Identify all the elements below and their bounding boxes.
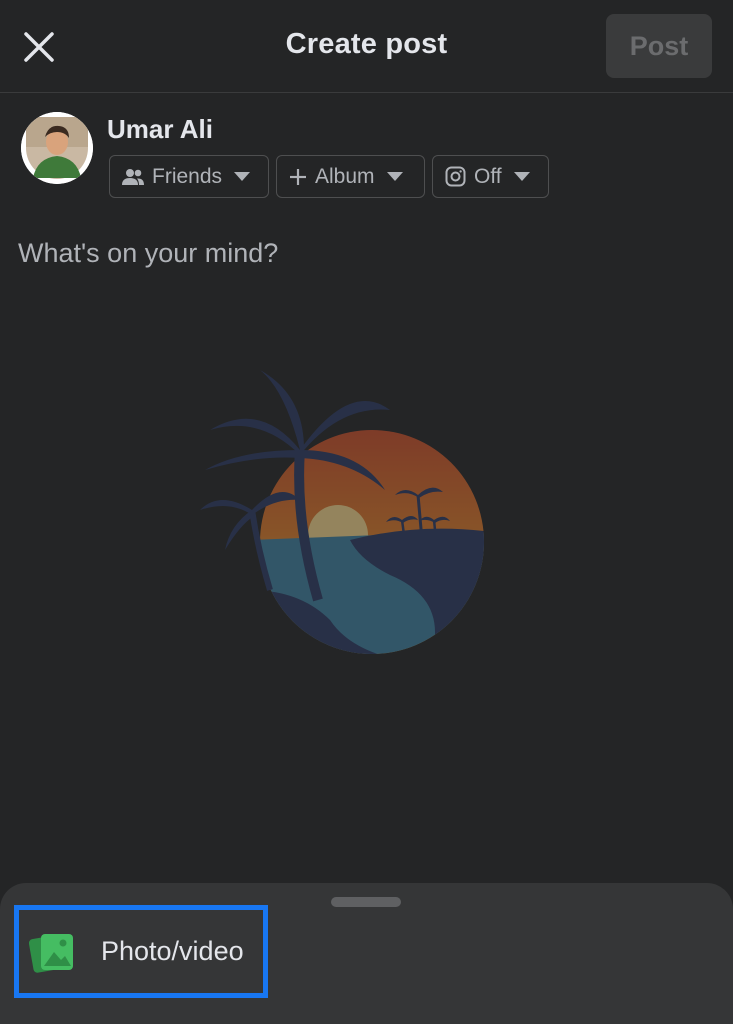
caret-down-icon [513,172,530,181]
audience-label: Friends [152,164,223,188]
user-name: Umar Ali [107,114,213,144]
post-button[interactable]: Post [606,14,712,78]
header: Create post Post [0,0,733,93]
instagram-share-toggle[interactable]: Off [432,155,549,198]
create-post-screen: Create post Post Umar Ali Friends Album [0,0,733,1024]
caret-down-icon [386,172,403,181]
album-label: Album [315,164,375,188]
avatar[interactable] [21,112,93,184]
friends-icon [122,168,144,185]
photo-video-button[interactable]: Photo/video [14,905,268,998]
beach-sunset-logo [200,370,484,654]
caret-down-icon [234,172,251,181]
audience-selector[interactable]: Friends [109,155,269,198]
instagram-icon [445,166,466,187]
bottom-sheet: Photo/video [0,883,733,1024]
photo-video-icon [29,933,73,973]
plus-icon [290,168,306,185]
photo-video-label: Photo/video [101,936,244,966]
post-text-input[interactable] [18,238,708,269]
album-selector[interactable]: Album [276,155,425,198]
sheet-grabber-handle[interactable] [331,897,401,907]
instagram-label: Off [474,164,502,188]
